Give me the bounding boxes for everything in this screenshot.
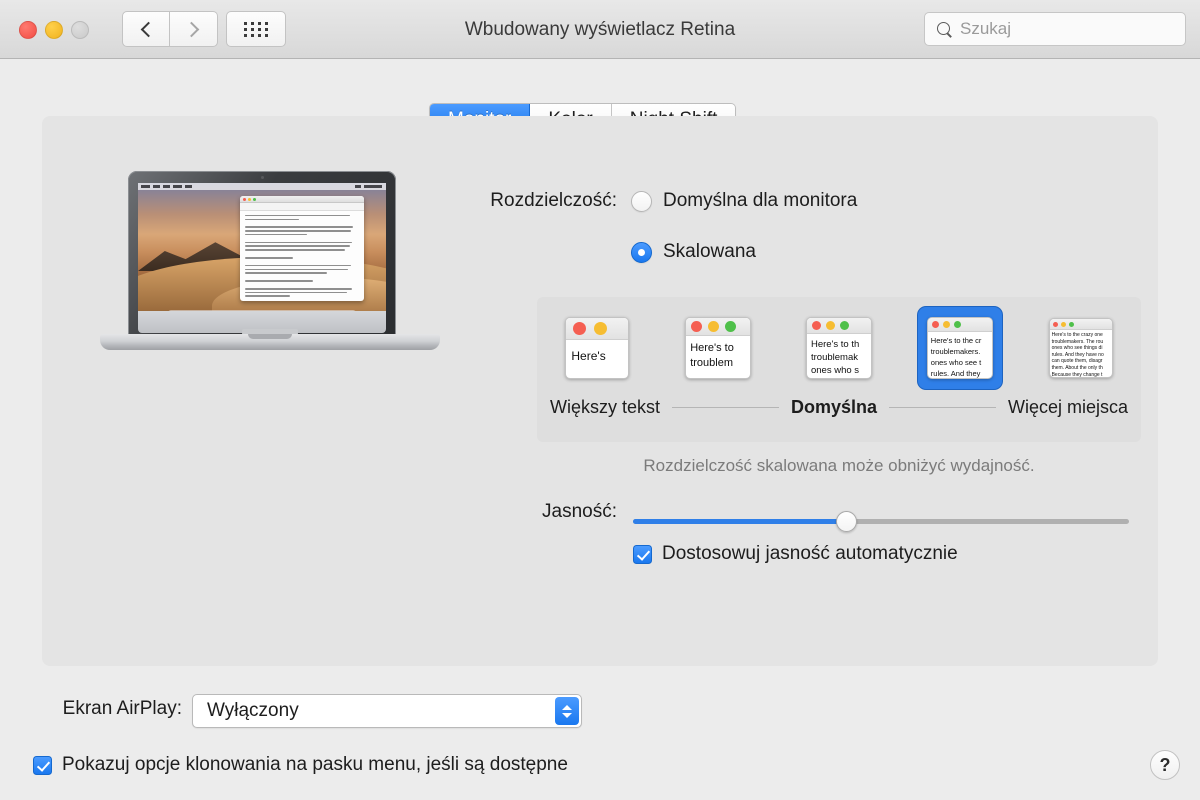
radio-default-indicator: [631, 190, 652, 212]
scaling-option-3[interactable]: Here's to th troublemak ones who s: [797, 307, 881, 389]
chevron-up-icon: [562, 704, 572, 710]
scaling-option-1-text: Here's: [571, 349, 606, 363]
mirror-options-checkbox-box: [33, 755, 52, 775]
scaling-legend-middle: Domyślna: [790, 397, 878, 417]
scaling-option-4[interactable]: Here's to the cr troublemakers. ones who…: [917, 307, 1002, 389]
desktop-menubar: [138, 183, 386, 190]
macbook-screen: [138, 183, 386, 325]
search-placeholder: Szukaj: [960, 19, 1012, 38]
textedit-titlebar: [239, 195, 364, 203]
scaling-option-1[interactable]: Here's: [555, 307, 639, 389]
scaling-option-4-text: Here's to the cr troublemakers. ones who…: [930, 336, 982, 378]
scaling-legend-line-right: [889, 407, 996, 408]
radio-default-label: Domyślna dla monitora: [663, 190, 858, 211]
macbook-illustration: [100, 171, 440, 386]
textedit-toolbar: [239, 202, 364, 211]
auto-brightness-checkbox[interactable]: Dostosowuj jasność automatycznie: [633, 543, 958, 565]
airplay-select[interactable]: Wyłączony: [192, 694, 582, 728]
close-button[interactable]: [19, 21, 37, 39]
search-icon: [937, 21, 952, 37]
auto-brightness-checkbox-box: [633, 544, 652, 564]
slider-knob[interactable]: [835, 511, 857, 532]
scaling-option-5[interactable]: Here's to the crazy one troublemakers. T…: [1039, 307, 1123, 389]
zoom-button[interactable]: [71, 21, 89, 39]
macbook-base: [100, 334, 440, 350]
help-button[interactable]: ?: [1150, 750, 1180, 780]
airplay-label: Ekran AirPlay:: [62, 698, 182, 719]
scaling-option-2[interactable]: Here's to troublem: [676, 307, 760, 389]
performance-note: Rozdzielczość skalowana może obniżyć wyd…: [643, 456, 1035, 475]
radio-scaled-indicator: [631, 241, 652, 263]
traffic-lights: [19, 21, 89, 39]
show-all-button[interactable]: [226, 11, 286, 47]
airplay-value: Wyłączony: [207, 700, 299, 721]
auto-brightness-label: Dostosowuj jasność automatycznie: [662, 543, 958, 564]
chevron-down-icon: [562, 712, 572, 718]
radio-scaled-label: Skalowana: [663, 241, 756, 262]
scaling-option-2-text: Here's to troublem: [690, 342, 734, 369]
back-button[interactable]: [122, 11, 170, 47]
scaling-options-group: Here's Here's to troublem Here's to th t…: [537, 297, 1141, 442]
minimize-button[interactable]: [45, 21, 63, 39]
title-bar: Wbudowany wyświetlacz Retina Szukaj: [0, 0, 1200, 59]
chevron-right-icon: [183, 21, 200, 37]
scaling-option-5-text: Here's to the crazy one troublemakers. T…: [1051, 332, 1104, 378]
forward-button[interactable]: [170, 11, 218, 47]
preferences-window: Wbudowany wyświetlacz Retina Szukaj Moni…: [0, 0, 1200, 800]
textedit-window: [239, 195, 364, 301]
brightness-label: Jasność:: [542, 501, 617, 522]
scaling-legend-left: Większy tekst: [550, 397, 661, 417]
scaling-legend-right: Więcej miejsca: [1007, 397, 1129, 417]
mirror-options-checkbox[interactable]: Pokazuj opcje klonowania na pasku menu, …: [33, 754, 568, 776]
resolution-label: Rozdzielczość:: [490, 190, 617, 211]
scaling-option-3-text: Here's to th troublemak ones who s: [810, 339, 860, 376]
textedit-body: [240, 211, 364, 301]
scaling-legend: Większy tekst Domyślna Więcej miejsca: [537, 397, 1141, 418]
airplay-stepper-icon[interactable]: [555, 697, 579, 725]
chevron-left-icon: [140, 21, 156, 37]
radio-default-resolution[interactable]: Domyślna dla monitora: [631, 190, 857, 212]
scaling-thumbnail-list: Here's Here's to troublem Here's to th t…: [537, 307, 1141, 389]
mirror-options-label: Pokazuj opcje klonowania na pasku menu, …: [62, 754, 568, 775]
brightness-slider[interactable]: [633, 511, 1129, 532]
scaling-legend-line-left: [672, 407, 779, 408]
grid-icon: [243, 21, 269, 37]
search-input[interactable]: Szukaj: [924, 12, 1186, 46]
radio-scaled-resolution[interactable]: Skalowana: [631, 241, 756, 263]
macbook-notch: [248, 334, 292, 339]
camera-icon: [260, 176, 264, 179]
settings-panel: Rozdzielczość: Domyślna dla monitora Ska…: [42, 116, 1158, 666]
navigation-buttons: [122, 11, 218, 47]
slider-fill: [633, 519, 847, 524]
